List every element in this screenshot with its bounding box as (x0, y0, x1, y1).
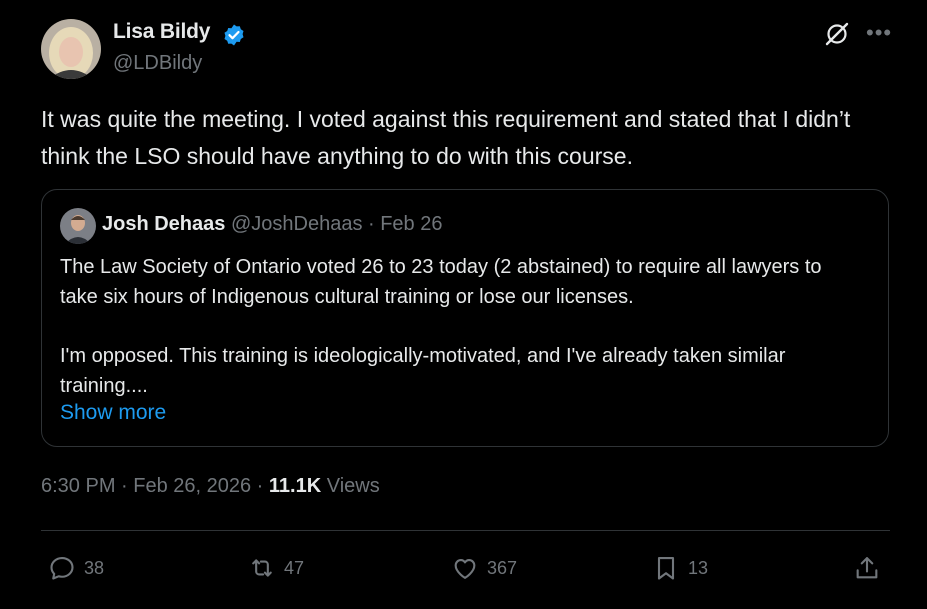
bookmark-icon (657, 557, 675, 580)
views-label: Views (326, 475, 380, 497)
tweet-text: It was quite the meeting. I voted agains… (41, 106, 851, 169)
like-icon (454, 559, 476, 579)
share-icon (856, 557, 878, 579)
quoted-author-name: Josh Dehaas (102, 213, 226, 235)
repost-button[interactable]: 47 (248, 553, 304, 583)
show-more-link[interactable]: Show more (60, 401, 166, 425)
quoted-tweet-text: The Law Society of Ontario voted 26 to 2… (60, 252, 860, 401)
tweet-timestamp[interactable]: 6:30 PM · Feb 26, 2026 · (41, 475, 263, 497)
like-button[interactable]: 367 (451, 553, 517, 583)
author-name[interactable]: Lisa Bildy (113, 20, 210, 44)
quoted-paragraph-1: The Law Society of Ontario voted 26 to 2… (60, 256, 822, 308)
author-avatar[interactable] (41, 19, 101, 79)
like-count: 367 (487, 557, 518, 578)
grok-icon[interactable] (823, 20, 851, 48)
divider (41, 530, 890, 531)
bookmark-button[interactable]: 13 (652, 553, 708, 583)
reply-count: 38 (84, 557, 105, 578)
quoted-tweet-header: Josh Dehaas @JoshDehaas · Feb 26 (102, 213, 442, 236)
quoted-paragraph-2: I'm opposed. This training is ideologica… (60, 345, 786, 397)
tweet-meta: 6:30 PM · Feb 26, 2026 · 11.1K Views (41, 475, 380, 498)
more-icon[interactable]: ••• (866, 20, 892, 46)
quoted-tweet-date: · Feb 26 (368, 213, 443, 235)
repost-icon (252, 559, 272, 577)
quoted-author-avatar (60, 208, 96, 244)
share-button[interactable] (853, 553, 889, 583)
bookmark-count: 13 (688, 557, 709, 578)
reply-icon (50, 557, 74, 580)
repost-count: 47 (284, 557, 305, 578)
verified-badge-icon (222, 23, 246, 47)
quoted-author-handle: @JoshDehaas (230, 213, 363, 235)
reply-button[interactable]: 38 (48, 553, 104, 583)
views-count: 11.1K (268, 475, 322, 497)
author-handle[interactable]: @LDBildy (113, 52, 202, 75)
